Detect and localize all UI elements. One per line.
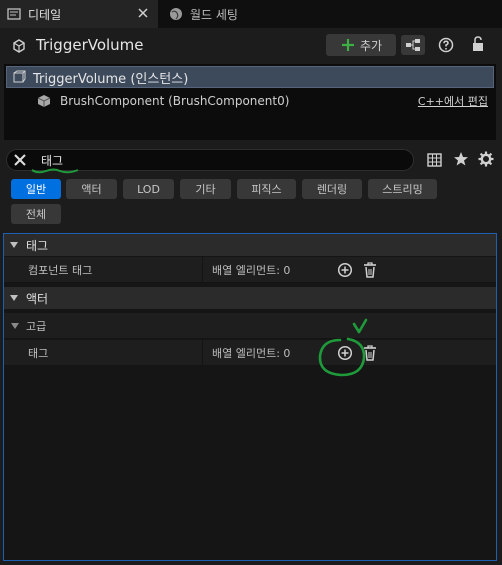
column-divider — [202, 340, 203, 366]
tree-item-component[interactable]: BrushComponent (BrushComponent0) C++에서 편… — [6, 90, 494, 112]
add-component-button[interactable]: 추가 — [326, 34, 396, 56]
details-icon — [6, 7, 22, 21]
filter-general[interactable]: 일반 — [11, 179, 61, 199]
annotation-circle — [318, 318, 368, 377]
star-icon[interactable] — [452, 150, 470, 168]
array-elements-label: 배열 엘리먼트: 0 — [212, 347, 291, 360]
tree-item-actor-label: TriggerVolume (인스턴스) — [33, 71, 189, 87]
property-row-tags: 태그 배열 엘리먼트: 0 — [4, 340, 496, 366]
array-elements-label: 배열 엘리먼트: 0 — [212, 264, 291, 277]
column-divider — [202, 257, 203, 283]
filter-rendering[interactable]: 렌더링 — [302, 179, 362, 199]
filter-misc[interactable]: 기타 — [180, 179, 231, 199]
category-actor[interactable]: 액터 — [4, 287, 496, 309]
category-tags[interactable]: 태그 — [4, 234, 496, 256]
clear-search-icon[interactable] — [12, 152, 28, 168]
globe-icon — [168, 7, 184, 21]
plus-icon — [340, 38, 356, 52]
volume-icon — [11, 70, 27, 84]
actor-icon — [10, 37, 28, 53]
category-tags-label: 태그 — [26, 238, 49, 253]
hierarchy-button[interactable] — [401, 35, 425, 55]
property-row-component-tags: 컴포넌트 태그 배열 엘리먼트: 0 — [4, 257, 496, 283]
cube-icon — [36, 93, 52, 109]
chevron-down-icon — [10, 322, 20, 329]
property-name: 태그 — [28, 347, 49, 360]
chevron-down-icon — [8, 294, 20, 302]
actor-title: TriggerVolume — [36, 36, 144, 54]
close-icon[interactable] — [136, 6, 150, 20]
trash-icon[interactable] — [362, 262, 378, 278]
add-button-label: 추가 — [359, 38, 383, 53]
filter-streaming[interactable]: 스트리밍 — [368, 179, 437, 199]
filter-actor[interactable]: 액터 — [66, 179, 117, 199]
filter-lod[interactable]: LOD — [123, 179, 174, 199]
gear-icon[interactable] — [477, 150, 495, 168]
help-icon[interactable] — [437, 36, 455, 54]
lock-icon[interactable] — [469, 35, 487, 53]
category-actor-label: 액터 — [26, 291, 49, 306]
edit-in-cpp-link[interactable]: C++에서 편집 — [418, 93, 488, 109]
tab-world-settings-label: 월드 세팅 — [190, 7, 238, 22]
tab-world-settings[interactable]: 월드 세팅 — [164, 0, 274, 28]
filter-physics[interactable]: 피직스 — [237, 179, 296, 199]
filter-all[interactable]: 전체 — [11, 204, 61, 224]
chevron-down-icon — [8, 241, 20, 249]
tab-details-label: 디테일 — [28, 7, 62, 22]
subcategory-advanced[interactable]: 고급 — [4, 313, 496, 339]
annotation-underline — [31, 168, 79, 174]
table-view-icon[interactable] — [425, 151, 443, 169]
tree-item-actor[interactable]: TriggerVolume (인스턴스) — [6, 66, 494, 88]
tab-details[interactable]: 디테일 — [0, 0, 158, 28]
subcategory-advanced-label: 고급 — [26, 319, 47, 333]
property-name: 컴포넌트 태그 — [28, 264, 93, 277]
add-element-icon[interactable] — [337, 262, 353, 278]
tree-item-component-label: BrushComponent (BrushComponent0) — [60, 94, 290, 108]
hierarchy-icon — [405, 39, 421, 51]
